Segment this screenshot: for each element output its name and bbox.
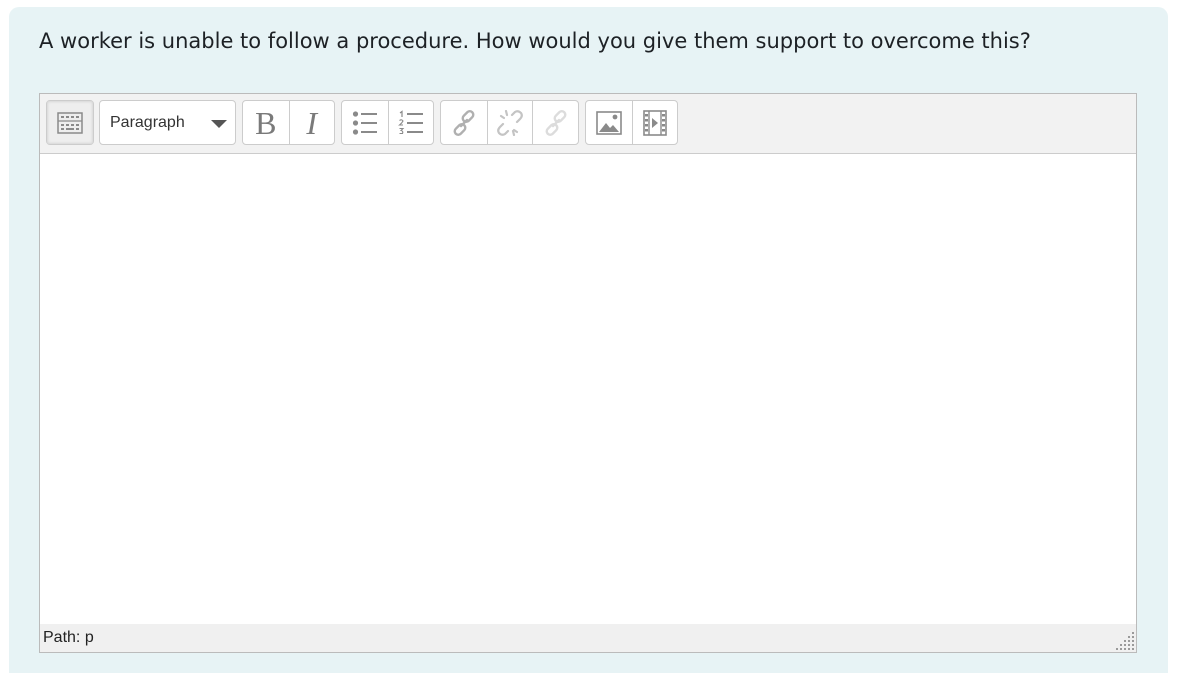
italic-button[interactable]: I [288,101,335,144]
bold-button[interactable]: B [243,101,289,144]
path-value-p[interactable]: p [85,629,94,646]
path-label: Path: [43,629,81,646]
resize-handle-icon[interactable] [1114,630,1136,652]
bold-icon: B [255,104,277,141]
question-text: A worker is unable to follow a procedure… [39,29,1031,53]
unlink-button[interactable] [486,101,533,144]
link-button[interactable] [441,101,487,144]
list-group [341,100,434,145]
italic-icon: I [306,104,318,141]
bulleted-list-icon [352,110,377,135]
paragraph-format-select[interactable]: Paragraph [99,100,236,145]
paragraph-format-value: Paragraph [110,114,185,131]
rich-text-editor: Paragraph B I Path: p [39,93,1137,653]
text-style-group: B I [242,100,335,145]
editor-statusbar: Path: p [40,624,1136,652]
media-icon [642,109,667,136]
image-button[interactable] [586,101,632,144]
editor-content-area[interactable] [40,154,1136,624]
question-card: A worker is unable to follow a procedure… [9,7,1168,673]
link-icon [453,109,475,136]
numbered-list-icon [397,109,423,134]
editor-toolbar: Paragraph B I [40,94,1136,154]
anchor-button[interactable] [532,101,578,144]
unlink-icon [497,109,523,136]
media-button[interactable] [631,101,678,144]
element-path: Path: p [43,629,94,647]
numbered-list-button[interactable] [387,101,434,144]
media-group [585,100,678,145]
chevron-down-icon [211,120,227,128]
toolbar-toggle-icon [57,111,83,134]
toolbar-toggle-button[interactable] [47,101,93,144]
anchor-icon [545,109,567,136]
toolbar-toggle-group [46,100,94,145]
link-group [440,100,579,145]
image-icon [595,110,622,135]
bulleted-list-button[interactable] [342,101,388,144]
